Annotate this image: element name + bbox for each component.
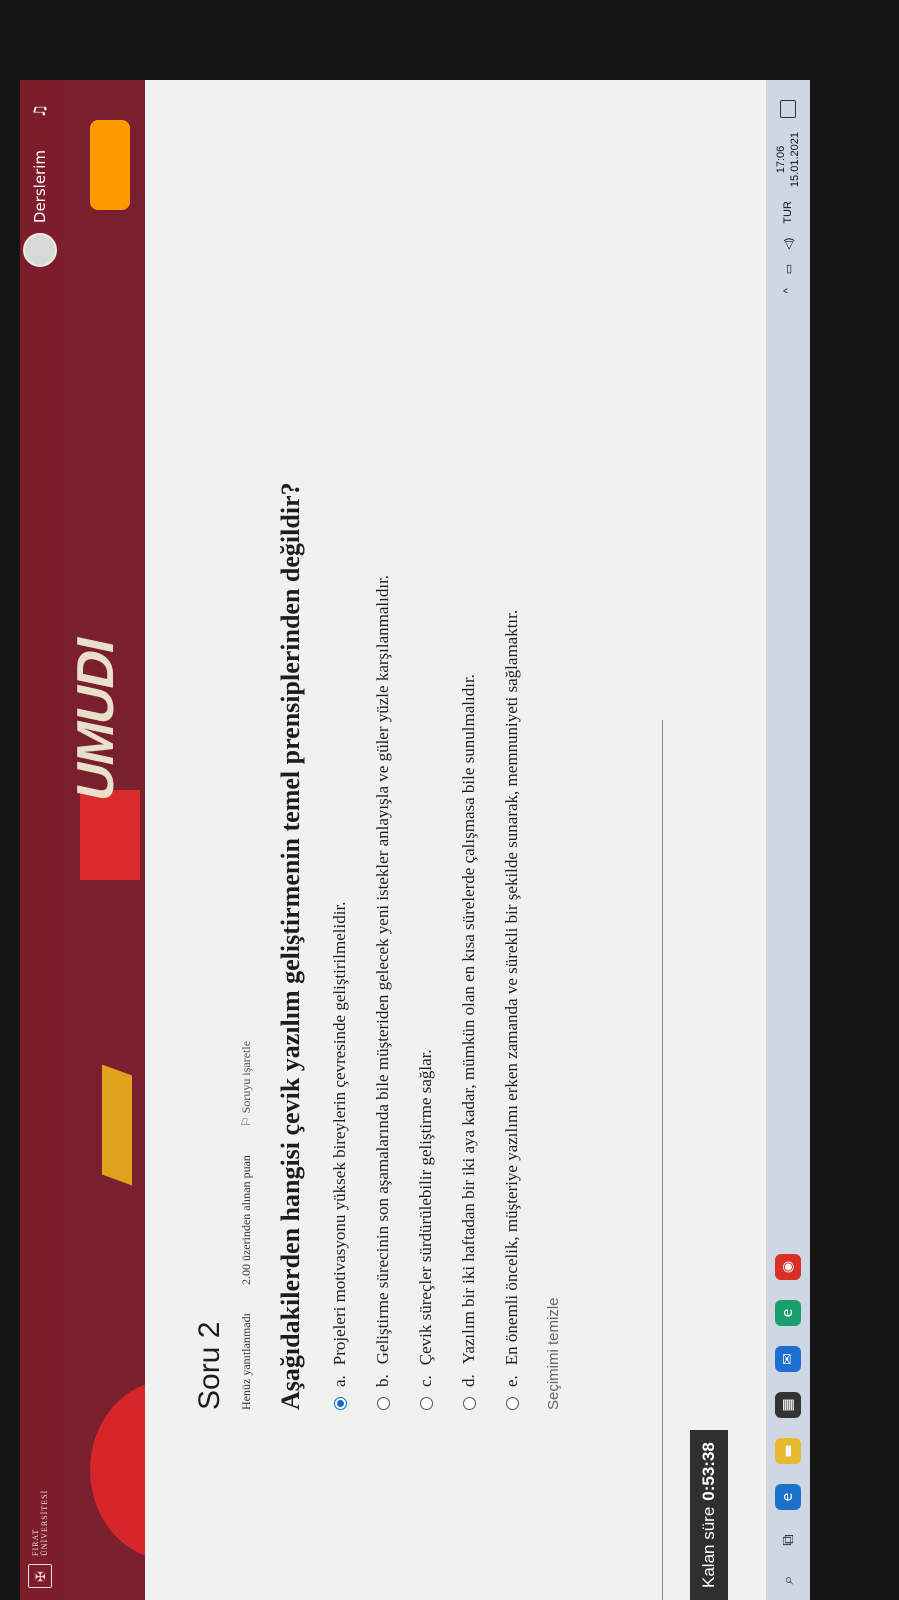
edge-new-icon[interactable]: e: [775, 1300, 801, 1326]
top-navbar: ✠ FIRAT ÜNİVERSİTESİ Derslerim ♫: [20, 80, 60, 1600]
option-text: En önemli öncelik, müşteriye yazılımı er…: [502, 609, 521, 1366]
question-prompt: Aşağıdakilerden hangisi çevik yazılım ge…: [276, 482, 305, 1410]
answer-option-b[interactable]: b. Geliştirme sürecinin son aşamalarında…: [373, 210, 393, 1410]
avatar[interactable]: [23, 233, 57, 268]
banner-shape: [80, 790, 140, 880]
option-letter: e.: [502, 1375, 521, 1387]
page-banner: UMUDI: [60, 80, 145, 1600]
answer-options: a. Projeleri motivasyonu yüksek bireyler…: [330, 210, 522, 1410]
clear-selection-link[interactable]: Seçimimi temizle: [545, 210, 562, 1410]
timer-value: 0:53:38: [699, 1442, 718, 1501]
flag-question-link[interactable]: ⚐ Soruyu işaretle: [239, 1041, 254, 1127]
option-letter: d.: [459, 1374, 478, 1387]
question-area: Soru 2 Henüz yanıtlanmadı 2.00 üzerinden…: [145, 210, 562, 1410]
clock-date: 15.01.2021: [789, 132, 801, 188]
chrome-icon[interactable]: ◉: [775, 1254, 801, 1280]
answer-option-a[interactable]: a. Projeleri motivasyonu yüksek bireyler…: [330, 210, 350, 1410]
answer-option-c[interactable]: c. Çevik süreçler sürdürülebilir gelişti…: [416, 210, 436, 1410]
answer-option-d[interactable]: d. Yazılım bir iki haftadan bir iki aya …: [459, 210, 479, 1410]
question-points: 2.00 üzerinden alınan puan: [239, 1155, 253, 1286]
courses-link[interactable]: Derslerim: [31, 150, 49, 223]
option-text: Yazılım bir iki haftadan bir iki aya kad…: [459, 674, 478, 1365]
windows-taskbar: ⌕ ⧉ e ▬ ▦ ✉ e ◉ ^ ▭ ◁) TUR 17:06 15.01.2021: [766, 80, 810, 1600]
network-icon[interactable]: ▭: [782, 264, 795, 274]
remaining-time: Kalan süre 0:53:38: [690, 1430, 728, 1600]
store-icon[interactable]: ▦: [775, 1392, 801, 1418]
banner-word: UMUDI: [67, 633, 125, 807]
university-logo[interactable]: ✠ FIRAT ÜNİVERSİTESİ: [28, 1490, 52, 1588]
language-indicator[interactable]: TUR: [782, 201, 794, 224]
question-status: Henüz yanıtlanmadı: [239, 1313, 253, 1410]
clock-time: 17:06: [775, 145, 787, 174]
option-text: Çevik süreçler sürdürülebilir geliştirme…: [416, 1049, 435, 1366]
volume-icon[interactable]: ◁): [782, 238, 795, 250]
banner-shape: [90, 120, 130, 210]
question-meta: Henüz yanıtlanmadı 2.00 üzerinden alınan…: [239, 210, 254, 1410]
option-letter: c.: [416, 1375, 435, 1387]
question-title: Soru 2: [193, 1321, 226, 1410]
task-view-icon[interactable]: ⧉: [778, 1520, 798, 1560]
search-icon[interactable]: ⌕: [778, 1560, 798, 1600]
clock[interactable]: 17:06 15.01.2021: [774, 132, 802, 187]
mail-icon[interactable]: ✉: [775, 1346, 801, 1372]
flag-label: Soruyu işaretle: [239, 1040, 253, 1114]
bell-icon[interactable]: ♫: [30, 104, 49, 118]
radio-b[interactable]: [376, 1397, 390, 1410]
notification-icon[interactable]: [780, 100, 796, 118]
flag-icon: ⚐: [239, 1113, 253, 1128]
logo-line-1: FIRAT: [31, 1528, 40, 1556]
file-explorer-icon[interactable]: ▬: [775, 1438, 801, 1464]
taskbar-apps: e ▬ ▦ ✉ e ◉: [775, 1254, 801, 1510]
logo-emblem-icon: ✠: [28, 1564, 52, 1588]
edge-icon[interactable]: e: [775, 1484, 801, 1510]
divider: [662, 720, 663, 1600]
chevron-up-icon[interactable]: ^: [782, 288, 794, 293]
logo-line-2: ÜNİVERSİTESİ: [40, 1489, 49, 1556]
radio-e[interactable]: [505, 1397, 519, 1410]
option-text: Geliştirme sürecinin son aşamalarında bi…: [373, 574, 392, 1365]
system-tray: ^ ▭ ◁) TUR 17:06 15.01.2021: [766, 100, 810, 293]
radio-c[interactable]: [419, 1397, 433, 1410]
radio-a[interactable]: [333, 1397, 347, 1410]
radio-d[interactable]: [462, 1397, 476, 1410]
option-letter: b.: [373, 1374, 392, 1387]
user-menu[interactable]: Derslerim: [20, 150, 60, 268]
banner-shape: [102, 1064, 132, 1186]
answer-option-e[interactable]: e. En önemli öncelik, müşteriye yazılımı…: [502, 210, 522, 1410]
option-letter: a.: [330, 1375, 349, 1387]
timer-label: Kalan süre: [699, 1506, 718, 1588]
banner-shape: [90, 1380, 145, 1560]
monitor-screen: ✠ FIRAT ÜNİVERSİTESİ Derslerim ♫ UMUDI S…: [20, 80, 810, 1600]
option-text: Projeleri motivasyonu yüksek bireylerin …: [330, 901, 349, 1366]
